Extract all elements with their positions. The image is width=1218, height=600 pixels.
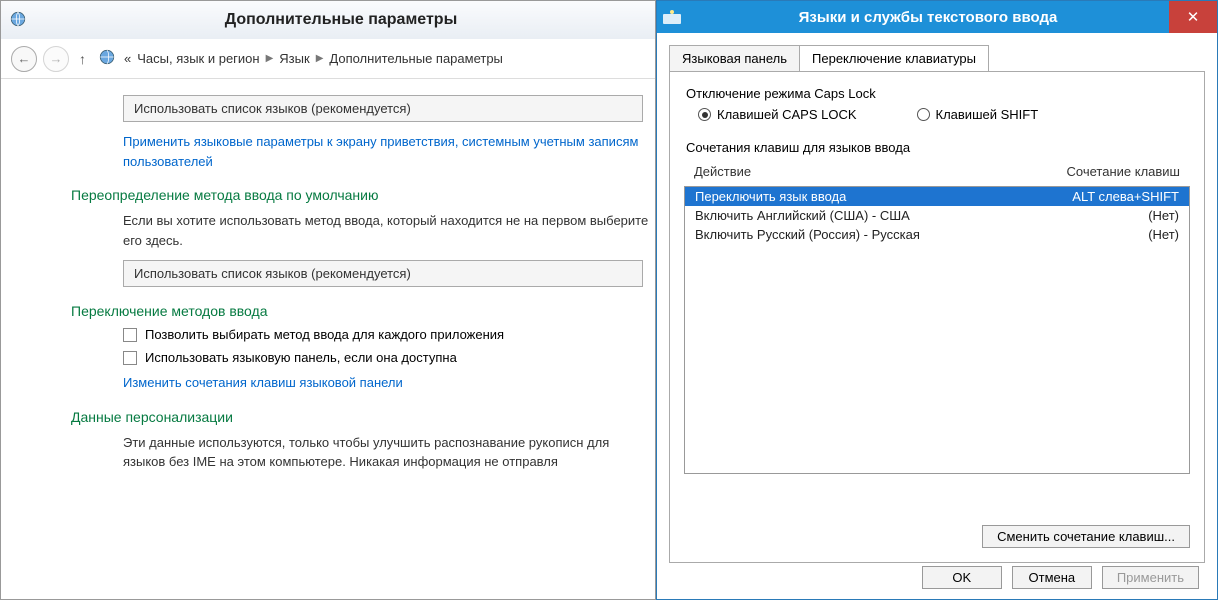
capslock-group-label: Отключение режима Caps Lock bbox=[686, 86, 1190, 101]
cell-key: (Нет) bbox=[1148, 227, 1179, 242]
cell-action: Включить Русский (Россия) - Русская bbox=[695, 227, 1148, 242]
language-bar-checkbox[interactable]: Использовать языковую панель, если она д… bbox=[123, 350, 641, 365]
checkbox-icon bbox=[123, 328, 137, 342]
list-item[interactable]: Включить Русский (Россия) - Русская (Нет… bbox=[685, 225, 1189, 244]
ok-button[interactable]: OK bbox=[922, 566, 1002, 589]
language-list-dropdown[interactable]: Использовать список языков (рекомендуетс… bbox=[123, 95, 643, 122]
tab-strip: Языковая панель Переключение клавиатуры bbox=[669, 45, 1217, 71]
paragraph: Эти данные используются, только чтобы ул… bbox=[123, 433, 653, 472]
breadcrumb-bar: ← → ↑ « Часы, язык и регион ▶ Язык ▶ Доп… bbox=[1, 39, 655, 79]
nav-forward-button[interactable]: → bbox=[43, 46, 69, 72]
breadcrumb-item[interactable]: Язык bbox=[279, 51, 309, 66]
radio-icon bbox=[917, 108, 930, 121]
list-header: Действие Сочетание клавиш bbox=[684, 161, 1190, 182]
radio-icon bbox=[698, 108, 711, 121]
input-method-dropdown[interactable]: Использовать список языков (рекомендуетс… bbox=[123, 260, 643, 287]
column-action: Действие bbox=[694, 164, 1067, 179]
breadcrumb-item[interactable]: Часы, язык и регион bbox=[137, 51, 259, 66]
hotkeys-list[interactable]: Переключить язык ввода ALT слева+SHIFT В… bbox=[684, 186, 1190, 474]
checkbox-label: Использовать языковую панель, если она д… bbox=[145, 350, 457, 365]
window-title: Дополнительные параметры bbox=[35, 11, 647, 29]
per-app-input-checkbox[interactable]: Позволить выбирать метод ввода для каждо… bbox=[123, 327, 641, 342]
dialog-buttons: OK Отмена Применить bbox=[922, 566, 1199, 589]
change-key-sequence-button[interactable]: Сменить сочетание клавиш... bbox=[982, 525, 1190, 548]
dialog-titlebar: Языки и службы текстового ввода ✕ bbox=[657, 1, 1217, 33]
checkbox-label: Позволить выбирать метод ввода для каждо… bbox=[145, 327, 504, 342]
breadcrumb-prefix: « bbox=[124, 51, 131, 66]
section-header: Данные персонализации bbox=[71, 409, 641, 425]
radio-capslock[interactable]: Клавишей CAPS LOCK bbox=[698, 107, 857, 122]
advanced-settings-window: Дополнительные параметры ← → ↑ « Часы, я… bbox=[0, 0, 656, 600]
cancel-button[interactable]: Отмена bbox=[1012, 566, 1092, 589]
cell-key: (Нет) bbox=[1148, 208, 1179, 223]
breadcrumb[interactable]: « Часы, язык и регион ▶ Язык ▶ Дополните… bbox=[124, 51, 503, 66]
cell-action: Переключить язык ввода bbox=[695, 189, 1072, 204]
paragraph: Если вы хотите использовать метод ввода,… bbox=[123, 211, 653, 250]
change-hotkeys-link[interactable]: Изменить сочетания клавиш языковой панел… bbox=[123, 373, 653, 393]
text-services-dialog: Языки и службы текстового ввода ✕ Языков… bbox=[656, 0, 1218, 600]
chevron-right-icon: ▶ bbox=[266, 53, 274, 64]
list-item[interactable]: Включить Английский (США) - США (Нет) bbox=[685, 206, 1189, 225]
tab-language-bar[interactable]: Языковая панель bbox=[669, 45, 800, 71]
section-header: Переключение методов ввода bbox=[71, 303, 641, 319]
keyboard-icon bbox=[657, 10, 687, 24]
chevron-right-icon: ▶ bbox=[316, 53, 324, 64]
cell-action: Включить Английский (США) - США bbox=[695, 208, 1148, 223]
apply-button[interactable]: Применить bbox=[1102, 566, 1199, 589]
nav-back-button[interactable]: ← bbox=[11, 46, 37, 72]
content-area: Использовать список языков (рекомендуетс… bbox=[1, 79, 655, 492]
tab-panel: Отключение режима Caps Lock Клавишей CAP… bbox=[669, 71, 1205, 563]
list-item[interactable]: Переключить язык ввода ALT слева+SHIFT bbox=[685, 187, 1189, 206]
breadcrumb-item[interactable]: Дополнительные параметры bbox=[329, 51, 503, 66]
close-button[interactable]: ✕ bbox=[1169, 1, 1217, 33]
checkbox-icon bbox=[123, 351, 137, 365]
globe-icon bbox=[98, 48, 116, 69]
column-key: Сочетание клавиш bbox=[1067, 164, 1180, 179]
nav-up-button[interactable]: ↑ bbox=[75, 51, 90, 67]
apply-to-welcome-link[interactable]: Применить языковые параметры к экрану пр… bbox=[123, 132, 653, 171]
tab-keyboard-switch[interactable]: Переключение клавиатуры bbox=[799, 45, 989, 71]
window-titlebar: Дополнительные параметры bbox=[1, 1, 655, 39]
radio-shift[interactable]: Клавишей SHIFT bbox=[917, 107, 1039, 122]
section-header: Переопределение метода ввода по умолчани… bbox=[71, 187, 641, 203]
radio-label: Клавишей SHIFT bbox=[936, 107, 1039, 122]
cell-key: ALT слева+SHIFT bbox=[1072, 189, 1179, 204]
radio-label: Клавишей CAPS LOCK bbox=[717, 107, 857, 122]
globe-icon bbox=[9, 10, 27, 31]
dialog-title: Языки и службы текстового ввода bbox=[687, 9, 1169, 26]
hotkeys-group-label: Сочетания клавиш для языков ввода bbox=[686, 140, 1190, 155]
